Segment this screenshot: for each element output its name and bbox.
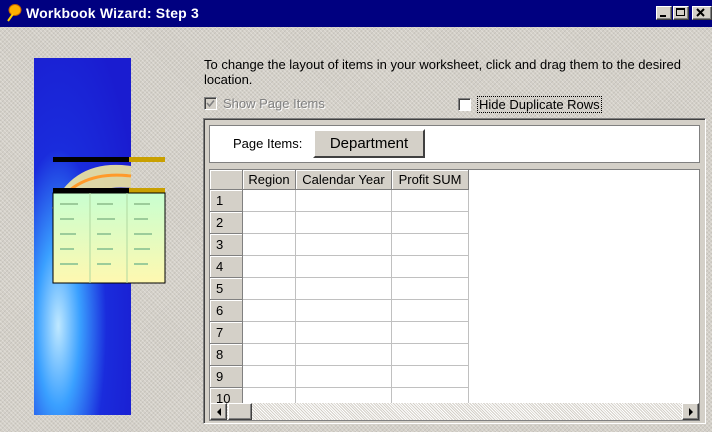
grid-cell [392,256,469,278]
hide-duplicate-rows-option[interactable]: Hide Duplicate Rows [458,96,602,113]
grid-cell [392,234,469,256]
close-icon [696,8,705,17]
hide-duplicate-rows-checkbox[interactable] [458,98,471,111]
column-header-region[interactable]: Region [243,170,296,190]
grid-cell [296,300,392,322]
layout-pane: Page Items: Department Region Calendar Y… [203,118,706,424]
window-title: Workbook Wizard: Step 3 [26,5,200,21]
check-mark-icon [206,99,215,108]
scroll-thumb[interactable] [228,403,252,420]
grid-cell [243,256,296,278]
grid-cell [296,234,392,256]
scroll-left-button[interactable] [210,403,227,420]
grid-cell [243,300,296,322]
grid-cell [243,366,296,388]
show-page-items-option: Show Page Items [204,96,325,111]
grid-cell [243,212,296,234]
corner-cell [210,170,243,190]
close-button[interactable] [692,6,712,20]
row-header: 7 [210,322,243,344]
row-header: 3 [210,234,243,256]
page-items-label: Page Items: [233,136,303,151]
grid-cell [243,278,296,300]
worksheet-grid[interactable]: Region Calendar Year Profit SUM 1 2 3 4 … [209,169,700,421]
scroll-right-button[interactable] [682,403,699,420]
grid-cell [392,322,469,344]
minimize-button[interactable] [656,6,672,20]
show-page-items-label: Show Page Items [223,96,325,111]
wizard-illustration [34,58,166,415]
grid-cell [392,366,469,388]
hide-duplicate-rows-label: Hide Duplicate Rows [477,96,602,113]
grid-cell [392,212,469,234]
maximize-icon [676,8,685,16]
grid-cell [296,366,392,388]
grid-cell [296,344,392,366]
show-page-items-checkbox[interactable] [204,97,217,110]
grid-cell [392,190,469,212]
grid-cell [243,322,296,344]
grid-cell [296,212,392,234]
page-item-department[interactable]: Department [313,129,425,158]
arrow-left-icon [217,408,221,416]
grid-cell [243,344,296,366]
row-header: 5 [210,278,243,300]
page-items-area[interactable]: Page Items: Department [209,125,700,163]
minimize-icon [660,15,666,17]
row-header: 6 [210,300,243,322]
maximize-button[interactable] [673,6,689,20]
row-header: 1 [210,190,243,212]
column-header-calendar-year[interactable]: Calendar Year [296,170,392,190]
grid-cell [296,278,392,300]
row-header: 9 [210,366,243,388]
column-header-profit-sum[interactable]: Profit SUM [392,170,469,190]
wizard-balloon-icon [7,4,22,22]
wizard-body: To change the layout of items in your wo… [0,27,712,432]
grid-cell [392,278,469,300]
row-header: 2 [210,212,243,234]
row-header: 4 [210,256,243,278]
grid-cell [392,300,469,322]
grid-cell [296,190,392,212]
grid-cell [296,256,392,278]
title-bar[interactable]: Workbook Wizard: Step 3 [0,0,712,27]
grid-cell [296,322,392,344]
row-header: 8 [210,344,243,366]
grid-cell [243,234,296,256]
grid-cell [243,190,296,212]
instructions-text: To change the layout of items in your wo… [204,57,681,87]
horizontal-scrollbar[interactable] [210,403,699,420]
grid-cell [392,344,469,366]
arrow-right-icon [689,408,693,416]
